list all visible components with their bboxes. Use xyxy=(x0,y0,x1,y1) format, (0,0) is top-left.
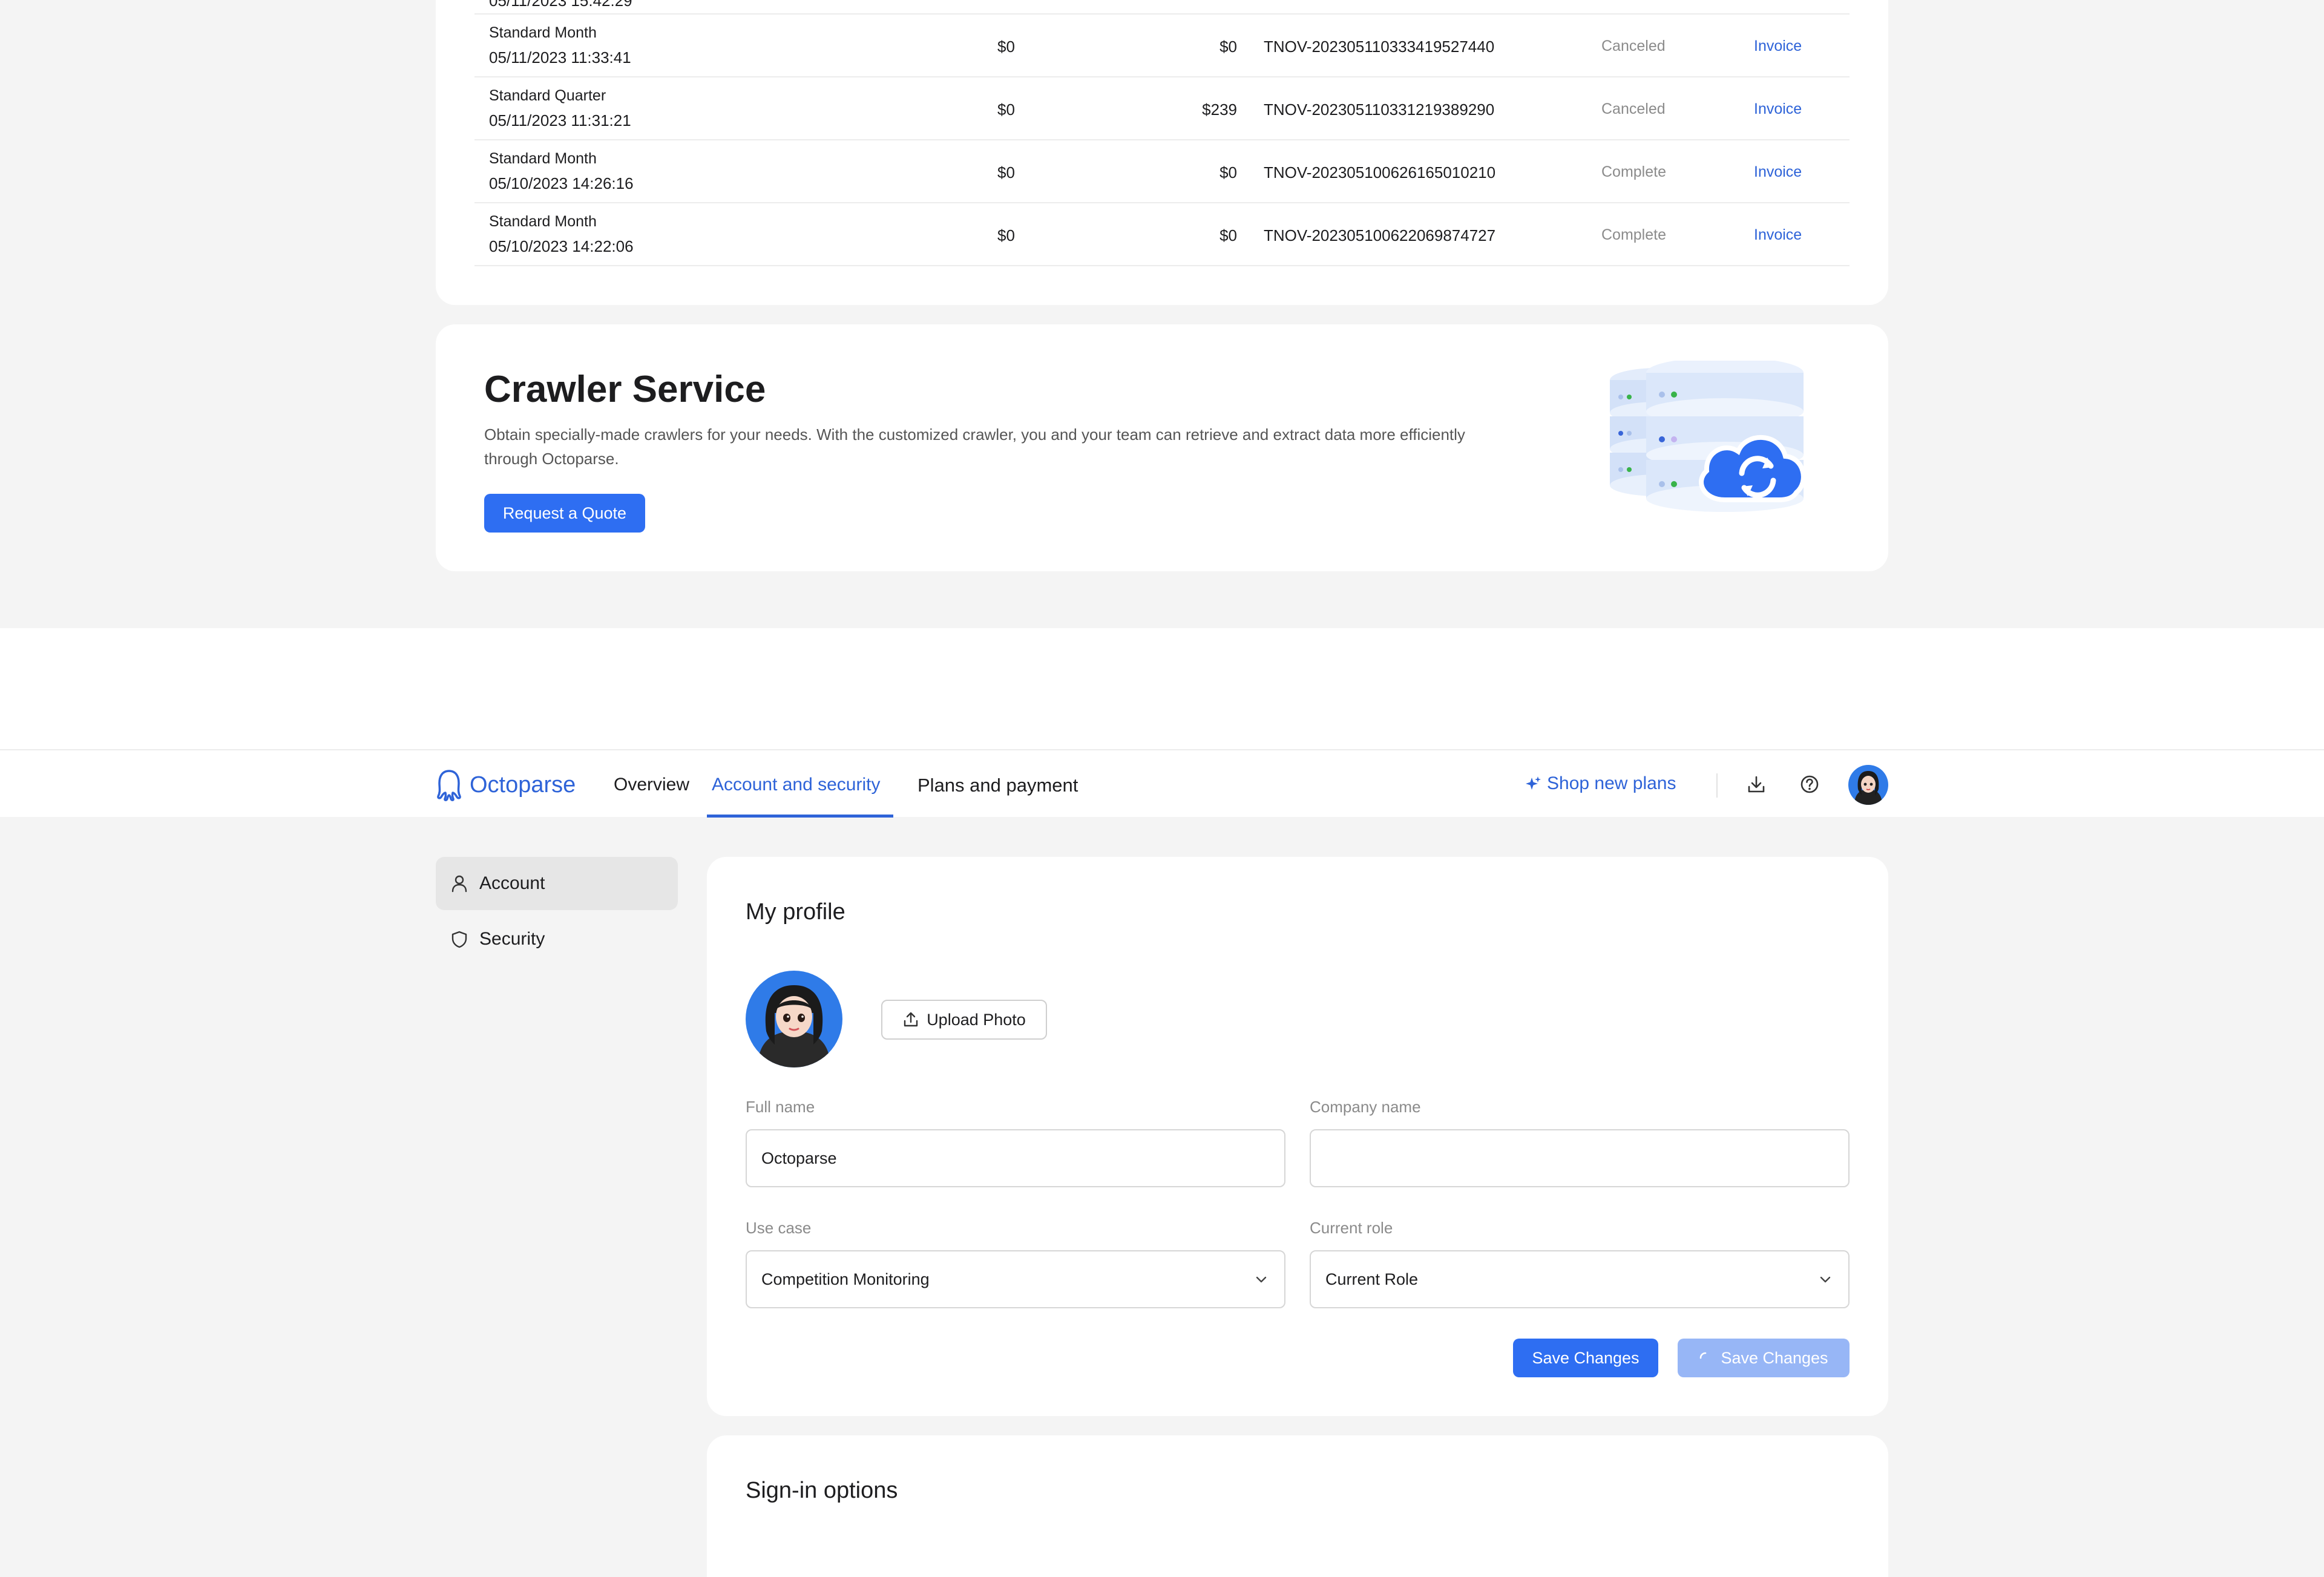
save-changes-loading-label: Save Changes xyxy=(1721,1348,1828,1367)
invoice-link[interactable]: Invoice xyxy=(1754,226,1802,244)
current-role-select[interactable]: Current Role xyxy=(1310,1250,1850,1308)
avatar-image-icon xyxy=(1848,765,1888,805)
brand-name: Octoparse xyxy=(470,772,576,798)
order-status: Canceled xyxy=(1601,100,1666,117)
order-number: TNOV-202305110331219389290 xyxy=(1264,100,1495,119)
billing-history-card: 05/11/2023 15:42:29 Standard Month 05/11… xyxy=(436,0,1888,305)
order-date: 05/11/2023 15:42:29 xyxy=(489,0,632,10)
paid-amount: $0 xyxy=(997,163,1015,182)
tab-overview[interactable]: Overview xyxy=(614,775,689,795)
paid-amount: $0 xyxy=(997,226,1015,244)
order-date: 05/11/2023 11:33:41 xyxy=(489,48,631,67)
order-status: Complete xyxy=(1601,163,1666,180)
download-icon[interactable] xyxy=(1745,773,1767,795)
upload-photo-button[interactable]: Upload Photo xyxy=(881,1000,1047,1040)
invoice-link[interactable]: Invoice xyxy=(1754,38,1802,55)
table-row: 05/11/2023 15:42:29 xyxy=(474,0,1850,15)
use-case-label: Use case xyxy=(746,1219,812,1237)
section-title: Sign-in options xyxy=(746,1478,898,1503)
table-row: Standard Month 05/10/2023 14:26:16 $0 $0… xyxy=(474,140,1850,203)
spinner-icon xyxy=(1700,1352,1707,1359)
use-case-value: Competition Monitoring xyxy=(761,1270,930,1288)
paid-amount: $0 xyxy=(997,38,1015,56)
shop-new-plans-label: Shop new plans xyxy=(1547,773,1676,793)
company-name-label: Company name xyxy=(1310,1098,1421,1116)
section-separator xyxy=(0,628,2324,749)
plan-name: Standard Month xyxy=(489,150,597,167)
octopus-logo-icon xyxy=(437,770,461,801)
upload-icon xyxy=(904,1012,918,1027)
header-divider xyxy=(1716,773,1718,798)
chevron-down-icon xyxy=(1820,1276,1831,1283)
order-number: TNOV-202305100622069874727 xyxy=(1264,226,1496,244)
order-number: TNOV-202305100626165010210 xyxy=(1264,163,1496,182)
crawler-title: Crawler Service xyxy=(484,369,766,410)
order-amount: $239 xyxy=(1202,100,1237,119)
sign-in-options-card: Sign-in options xyxy=(707,1435,1888,1577)
full-name-input[interactable] xyxy=(746,1129,1285,1187)
upload-photo-label: Upload Photo xyxy=(927,1010,1026,1029)
crawler-service-card: Crawler Service Obtain specially-made cr… xyxy=(436,324,1888,571)
brand-logo[interactable]: Octoparse xyxy=(435,769,576,801)
plan-name: Standard Month xyxy=(489,24,597,41)
tab-account-and-security[interactable]: Account and security xyxy=(712,775,880,795)
order-amount: $0 xyxy=(1219,38,1237,56)
plan-name: Standard Month xyxy=(489,213,597,230)
table-row: Standard Quarter 05/11/2023 11:31:21 $0 … xyxy=(474,77,1850,140)
table-row: Standard Month 05/11/2023 11:33:41 $0 $0… xyxy=(474,15,1850,77)
order-date: 05/10/2023 14:22:06 xyxy=(489,237,634,255)
billing-table: 05/11/2023 15:42:29 Standard Month 05/11… xyxy=(474,0,1850,266)
user-avatar[interactable] xyxy=(1848,765,1888,805)
profile-avatar xyxy=(746,971,842,1067)
cloud-server-illustration xyxy=(1610,361,1806,512)
top-navigation: Octoparse Overview Account and security … xyxy=(0,749,2324,818)
chevron-down-icon xyxy=(1256,1276,1267,1283)
invoice-link[interactable]: Invoice xyxy=(1754,100,1802,118)
order-date: 05/11/2023 11:31:21 xyxy=(489,111,631,130)
section-title: My profile xyxy=(746,899,845,925)
save-changes-button[interactable]: Save Changes xyxy=(1513,1339,1658,1377)
request-quote-button[interactable]: Request a Quote xyxy=(484,494,645,533)
paid-amount: $0 xyxy=(997,100,1015,119)
sparkle-icon xyxy=(1526,776,1541,790)
shop-new-plans-button[interactable]: Shop new plans xyxy=(1525,773,1676,794)
active-tab-indicator xyxy=(707,815,893,818)
sidebar-item-label: Account xyxy=(479,873,545,893)
plan-name: Standard Quarter xyxy=(489,87,606,104)
company-name-input[interactable] xyxy=(1310,1129,1850,1187)
avatar-image-icon xyxy=(746,971,842,1067)
order-date: 05/10/2023 14:26:16 xyxy=(489,174,634,192)
save-changes-loading-button[interactable]: Save Changes xyxy=(1678,1339,1850,1377)
order-number: TNOV-20230511033341952744​0 xyxy=(1264,38,1495,56)
order-status: Canceled xyxy=(1601,38,1666,54)
order-status: Complete xyxy=(1601,226,1666,243)
order-amount: $0 xyxy=(1219,226,1237,244)
tab-plans-and-payment[interactable]: Plans and payment xyxy=(917,775,1078,796)
invoice-link[interactable]: Invoice xyxy=(1754,163,1802,181)
full-name-label: Full name xyxy=(746,1098,815,1116)
my-profile-card: My profile Upload Photo Full name Compan… xyxy=(707,857,1888,1416)
sidebar-item-security[interactable]: Security xyxy=(436,913,678,966)
sidebar-item-label: Security xyxy=(479,929,545,949)
help-icon[interactable] xyxy=(1799,773,1820,795)
current-role-label: Current role xyxy=(1310,1219,1393,1237)
user-icon xyxy=(451,875,467,893)
sidebar-item-account[interactable]: Account xyxy=(436,857,678,910)
table-row: Standard Month 05/10/2023 14:22:06 $0 $0… xyxy=(474,203,1850,266)
order-amount: $0 xyxy=(1219,163,1237,182)
crawler-description: Obtain specially-made crawlers for your … xyxy=(484,425,1465,468)
current-role-value: Current Role xyxy=(1325,1270,1419,1288)
use-case-select[interactable]: Competition Monitoring xyxy=(746,1250,1285,1308)
shield-icon xyxy=(451,931,467,948)
